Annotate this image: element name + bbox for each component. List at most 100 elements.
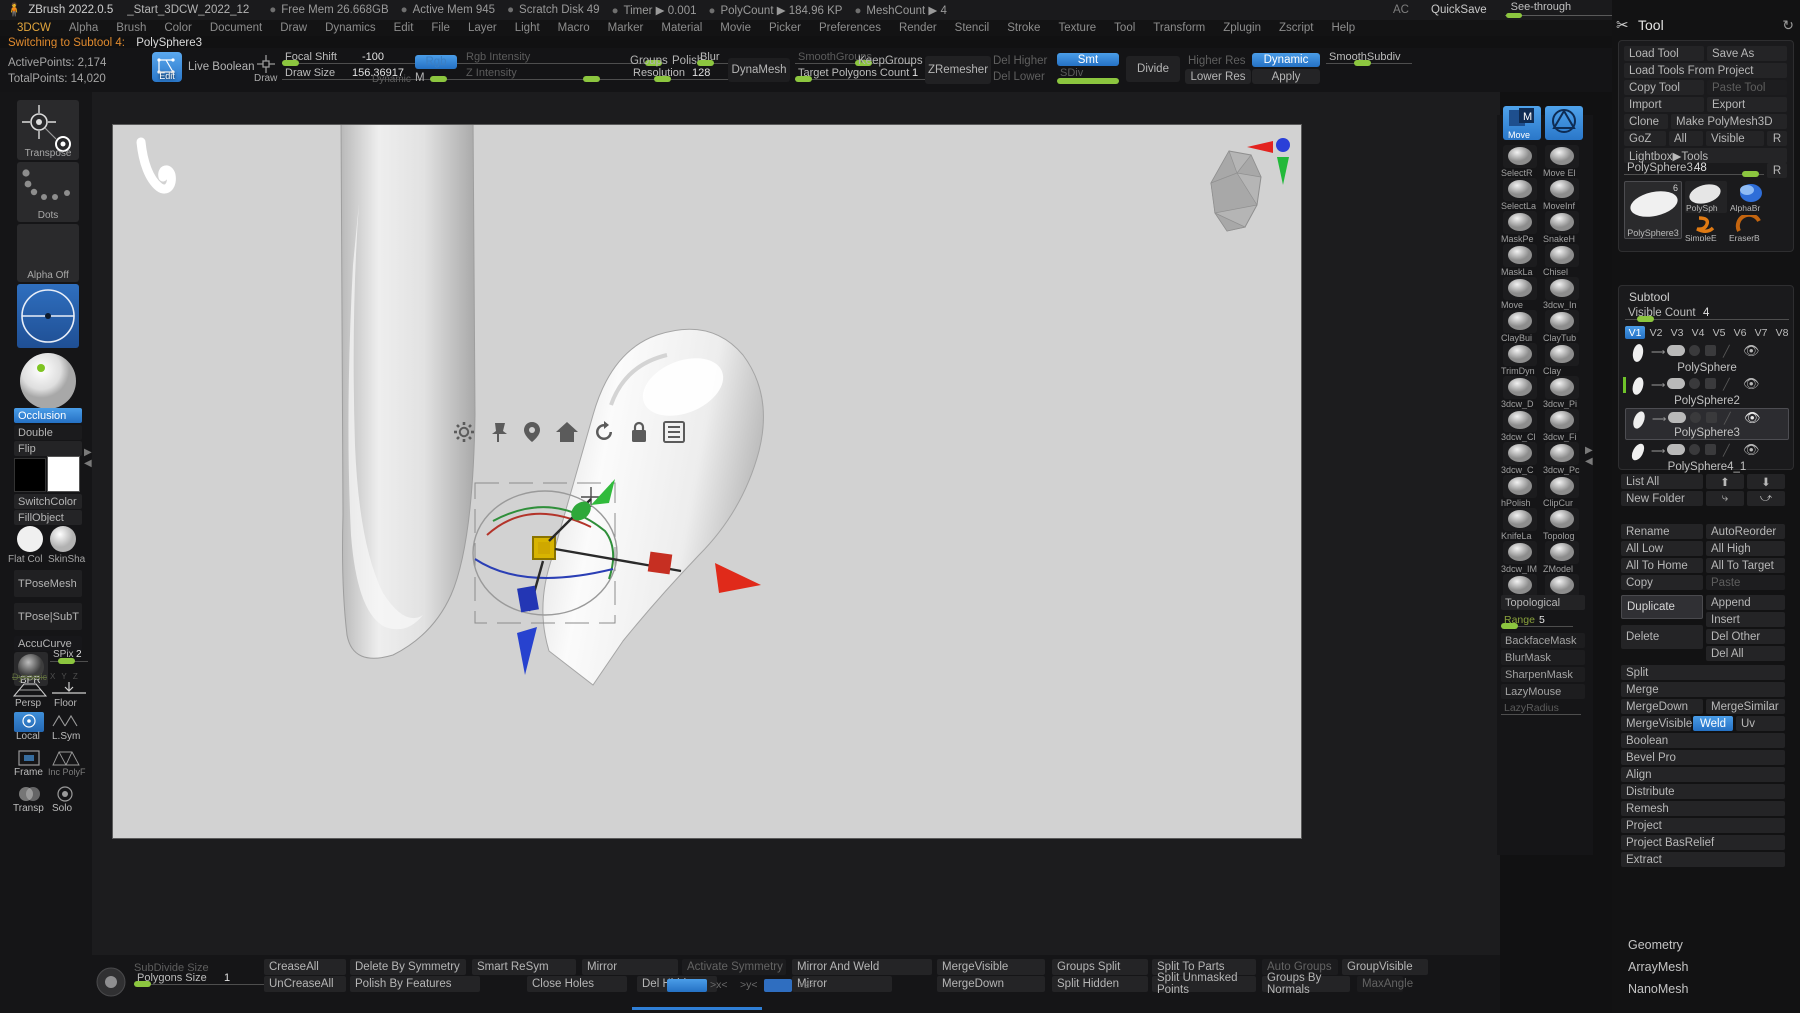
menu-item-document[interactable]: Document — [201, 21, 271, 36]
menu-item-stroke[interactable]: Stroke — [998, 21, 1049, 36]
lazy-mouse-button[interactable]: LazyMouse — [1501, 684, 1585, 699]
bottom-mergevisible-button[interactable]: MergeVisible — [937, 959, 1045, 975]
menu-item-file[interactable]: File — [422, 21, 459, 36]
brush-selectla[interactable] — [1503, 178, 1537, 201]
menu-item-macro[interactable]: Macro — [549, 21, 599, 36]
brush-move-active[interactable]: M Move — [1503, 106, 1541, 140]
indent-down-button[interactable]: ⤻ — [1747, 491, 1785, 506]
all-to-home-button[interactable]: All To Home — [1621, 558, 1703, 573]
menu-item-color[interactable]: Color — [155, 21, 200, 36]
brush-knifela[interactable] — [1503, 508, 1537, 531]
brush-3dcw-pi[interactable] — [1545, 376, 1579, 399]
visible-count-slider[interactable]: Visible Count 4 — [1625, 307, 1789, 323]
brush-claybui[interactable] — [1503, 310, 1537, 333]
location-icon[interactable] — [523, 421, 541, 443]
zremesher-button[interactable]: ZRemesher — [925, 56, 991, 84]
solo-button[interactable] — [50, 784, 80, 804]
subtool-mask-toggle[interactable] — [1689, 378, 1700, 389]
brush-trimdyn[interactable] — [1503, 343, 1537, 366]
see-through-knob[interactable] — [1505, 13, 1522, 18]
brush-3dcw-c[interactable] — [1503, 442, 1537, 465]
subtool-polyframe-toggle[interactable] — [1705, 345, 1716, 356]
bevel-pro-button[interactable]: Bevel Pro — [1621, 750, 1785, 765]
draw-button[interactable]: Draw — [252, 53, 280, 84]
draw-size-knob[interactable] — [430, 76, 447, 82]
bottom-delete-by-symmetry-button[interactable]: Delete By Symmetry — [350, 959, 466, 975]
brush-standard-active[interactable] — [1545, 106, 1583, 140]
keepgroups-button[interactable]: KeepGroups — [858, 55, 923, 67]
tool-thumb-simplebrush[interactable]: SimpleE — [1685, 215, 1727, 241]
stroke-dots-thumb[interactable]: Dots — [17, 162, 79, 222]
brush-3dcw-pc[interactable] — [1545, 442, 1579, 465]
append-button[interactable]: Append — [1706, 595, 1785, 610]
inc-polyf-button[interactable] — [50, 748, 82, 768]
m-button[interactable]: M — [415, 72, 425, 84]
autoreorder-button[interactable]: AutoReorder — [1706, 524, 1785, 539]
copy-tool-button[interactable]: Copy Tool — [1624, 80, 1704, 95]
tool-thumb-eraserbrush[interactable]: EraserB — [1729, 215, 1771, 241]
all-button[interactable]: All — [1669, 131, 1703, 146]
switch-color-button[interactable]: SwitchColor — [14, 494, 82, 509]
tool-name-slider[interactable]: PolySphere3. 48 — [1624, 162, 1764, 178]
subtool-subdiv-icon[interactable]: ╱ — [1724, 412, 1731, 425]
delete-button[interactable]: Delete — [1621, 625, 1703, 649]
axis-z-toggle[interactable] — [764, 979, 792, 992]
subtool-paint-toggle[interactable] — [1667, 444, 1685, 455]
subtool-vtab-v1[interactable]: V1 — [1625, 326, 1645, 339]
mergesimilar-button[interactable]: MergeSimilar — [1706, 699, 1785, 714]
bottom-mirror-button[interactable]: Mirror — [582, 959, 678, 975]
ac-label[interactable]: AC — [1393, 4, 1409, 16]
lock-icon[interactable] — [629, 421, 649, 443]
brush-tray-scroll-arrows[interactable]: ▶ ◀ — [1585, 445, 1593, 467]
live-boolean-button[interactable]: Live Boolean — [188, 61, 255, 73]
dynamesh-button[interactable]: DynaMesh — [728, 58, 790, 82]
extract-button[interactable]: Extract — [1621, 852, 1785, 867]
spix-slider[interactable]: SPix 2 — [50, 649, 88, 665]
tool-thumb-polysphere3[interactable]: 6 PolySphere3 — [1624, 181, 1682, 239]
brush-chisel[interactable] — [1545, 244, 1579, 267]
insert-button[interactable]: Insert — [1706, 612, 1785, 627]
subtool-vtab-v3[interactable]: V3 — [1667, 326, 1687, 339]
brush-3dcw-h[interactable] — [1503, 574, 1537, 597]
rename-button[interactable]: Rename — [1621, 524, 1703, 539]
subtool-mask-toggle[interactable] — [1689, 345, 1700, 356]
move-up-button[interactable]: ⬆ — [1706, 474, 1744, 489]
transp-button[interactable] — [14, 784, 44, 804]
brush-snakeh[interactable] — [1545, 211, 1579, 234]
higher-res-button[interactable]: Higher Res — [1188, 55, 1246, 67]
axis-z-label[interactable]: >z< — [798, 979, 816, 991]
subtool-row[interactable]: ⟶ ╱ 👁 PolySphere4_1 — [1625, 441, 1789, 473]
menu-item-brush[interactable]: Brush — [107, 21, 155, 36]
menu-item-tool[interactable]: Tool — [1105, 21, 1144, 36]
brush-3dcw-cl[interactable] — [1503, 409, 1537, 432]
menu-item-stencil[interactable]: Stencil — [946, 21, 999, 36]
all-to-target-button[interactable]: All To Target — [1706, 558, 1785, 573]
bottom-mergedown-button-2[interactable]: MergeDown — [937, 976, 1045, 992]
load-tools-from-project-button[interactable]: Load Tools From Project — [1624, 63, 1787, 78]
subtool-vtab-v6[interactable]: V6 — [1730, 326, 1750, 339]
menu-item-alpha[interactable]: Alpha — [60, 21, 107, 36]
tool-thumb-polysph[interactable]: PolySph — [1685, 181, 1727, 213]
topological-button[interactable]: Topological — [1501, 595, 1585, 610]
menu-item-edit[interactable]: Edit — [385, 21, 423, 36]
new-folder-button[interactable]: New Folder — [1621, 491, 1703, 506]
tpose-subt-button[interactable]: TPose|SubT — [14, 603, 82, 630]
dynamic-button[interactable]: Dynamic — [1252, 53, 1320, 67]
bottom-close-holes-button-2[interactable]: Close Holes — [527, 976, 627, 992]
lower-res-button[interactable]: Lower Res — [1185, 69, 1251, 84]
home-icon[interactable] — [555, 421, 579, 443]
brush-3dcw-im[interactable] — [1503, 541, 1537, 564]
material-thumb[interactable] — [17, 350, 79, 410]
mergedown-button[interactable]: MergeDown — [1621, 699, 1703, 714]
reset-icon[interactable]: ↻ — [1782, 17, 1794, 34]
import-button[interactable]: Import — [1624, 97, 1704, 112]
pin-icon[interactable] — [489, 421, 509, 443]
export-button[interactable]: Export — [1707, 97, 1787, 112]
subtool-row[interactable]: ⟶ ╱ 👁 PolySphere2 — [1623, 375, 1789, 407]
brush-hpolish[interactable] — [1503, 475, 1537, 498]
del-lower-button[interactable]: Del Lower — [993, 71, 1045, 83]
sharpen-mask-button[interactable]: SharpenMask — [1501, 667, 1585, 682]
canvas-quick-toolbar[interactable] — [453, 421, 685, 443]
make-polymesh3d-button[interactable]: Make PolyMesh3D — [1671, 114, 1787, 129]
bottom-creaseall-button[interactable]: CreaseAll — [264, 959, 346, 975]
